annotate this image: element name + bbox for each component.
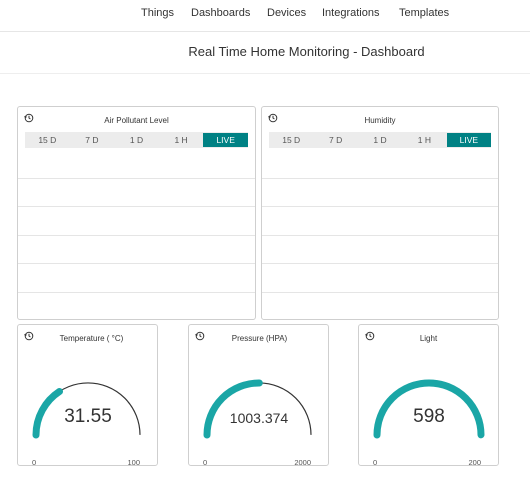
range-7d-button[interactable]: 7 D	[313, 132, 357, 148]
time-range-selector: 15 D 7 D 1 D 1 H LIVE	[25, 132, 248, 148]
widget-title: Light	[419, 334, 438, 343]
range-15d-button[interactable]: 15 D	[25, 132, 70, 148]
chart-gridline	[262, 292, 498, 293]
chart-gridline	[262, 235, 498, 236]
chart-gridline	[18, 235, 255, 236]
chart-gridline	[18, 178, 255, 179]
gauge-fill	[203, 379, 263, 439]
time-range-selector: 15 D 7 D 1 D 1 H LIVE	[269, 132, 492, 148]
gauge-svg	[373, 379, 485, 439]
range-1d-button[interactable]: 1 D	[114, 132, 159, 148]
chart-gridline	[262, 263, 498, 264]
pressure-widget: Pressure (HPA) 1003.374 0 2000	[188, 324, 329, 467]
chart-gridline	[18, 263, 255, 264]
humidity-widget: Humidity 15 D 7 D 1 D 1 H LIVE	[261, 106, 499, 320]
gauge-svg	[203, 379, 312, 439]
widget-title: Pressure (HPA)	[231, 334, 288, 343]
gauge-max-label: 2000	[294, 458, 311, 467]
temperature-widget: Temperature ( °C) 31.55 0 100	[17, 324, 158, 467]
range-1h-button[interactable]: 1 H	[402, 132, 446, 148]
nav-integrations[interactable]: Integrations	[322, 7, 379, 19]
range-live-button[interactable]: LIVE	[446, 133, 492, 147]
page-title: Real Time Home Monitoring - Dashboard	[188, 44, 425, 59]
light-gauge: 598 0 200	[369, 353, 489, 467]
nav-dashboards[interactable]: Dashboards	[191, 7, 250, 19]
gauge-value: 1003.374	[229, 410, 289, 426]
range-7d-button[interactable]: 7 D	[70, 132, 115, 148]
widget-title: Air Pollutant Level	[104, 116, 169, 125]
gauge-max-label: 200	[468, 458, 481, 467]
gauge-max-label: 100	[127, 458, 140, 467]
chart-gridline	[18, 292, 255, 293]
range-15d-button[interactable]: 15 D	[269, 132, 313, 148]
light-widget: Light 598 0 200	[358, 324, 499, 467]
chart-gridline	[18, 206, 255, 207]
widget-title: Humidity	[364, 116, 396, 125]
top-navigation: Things Dashboards Devices Integrations T…	[0, 0, 530, 32]
gauge-min-label: 0	[203, 458, 208, 467]
gauge-track	[206, 382, 312, 436]
temperature-gauge: 31.55 0 100	[28, 353, 148, 467]
gauge-value: 598	[413, 406, 445, 427]
air-pollutant-widget: Air Pollutant Level 15 D 7 D 1 D 1 H LIV…	[17, 106, 256, 320]
nav-devices[interactable]: Devices	[267, 7, 306, 19]
chart-gridline	[262, 206, 498, 207]
gauge-min-label: 0	[373, 458, 378, 467]
widget-title: Temperature ( °C)	[59, 334, 124, 343]
pressure-gauge: 1003.374 0 2000	[199, 353, 319, 467]
nav-things[interactable]: Things	[141, 7, 174, 19]
chart-gridline	[262, 178, 498, 179]
gauge-svg	[32, 382, 141, 439]
gauge-min-label: 0	[32, 458, 37, 467]
range-live-button[interactable]: LIVE	[203, 133, 248, 147]
gauge-value: 31.55	[64, 406, 112, 427]
range-1h-button[interactable]: 1 H	[159, 132, 204, 148]
range-1d-button[interactable]: 1 D	[358, 132, 402, 148]
nav-templates[interactable]: Templates	[399, 7, 449, 19]
dashboard-header: Real Time Home Monitoring - Dashboard	[0, 31, 530, 74]
